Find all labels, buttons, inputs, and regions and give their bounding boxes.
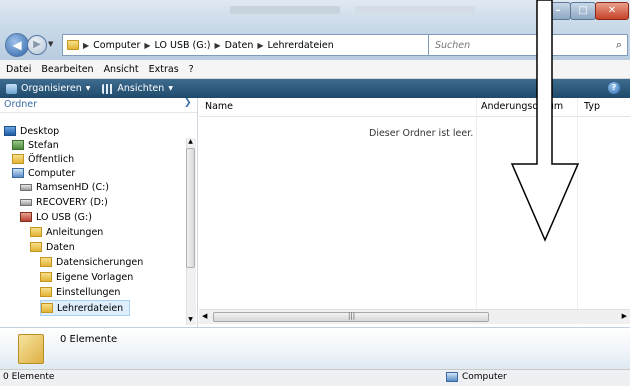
down-arrow-icon bbox=[510, 0, 580, 242]
down-arrow-annotation bbox=[510, 0, 580, 242]
